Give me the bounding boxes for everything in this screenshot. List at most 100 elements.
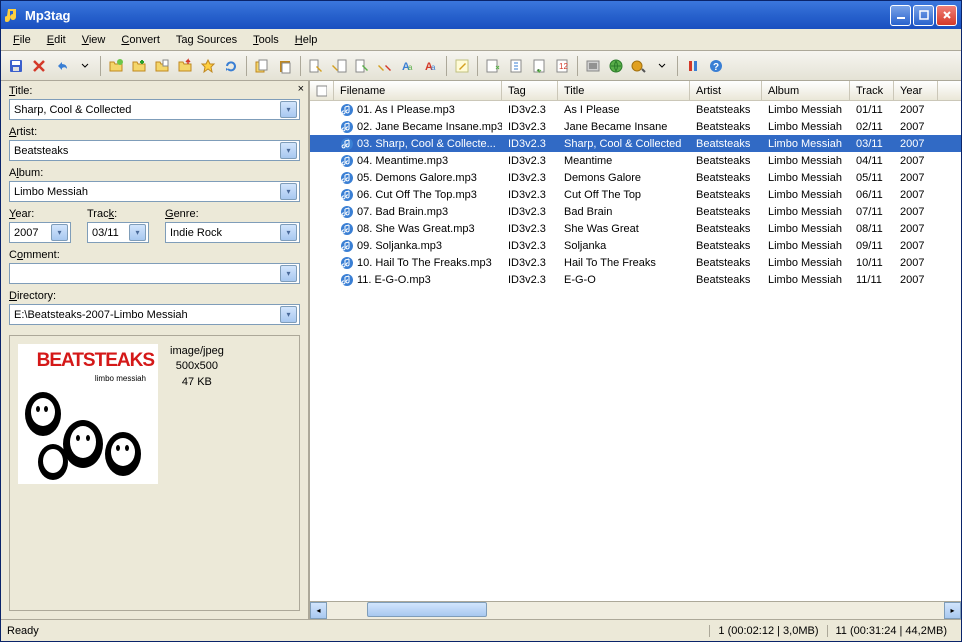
title-label: Title: <box>9 85 300 97</box>
directory-label: Directory: <box>9 290 300 302</box>
table-row[interactable]: 04. Meantime.mp3ID3v2.3MeantimeBeatsteak… <box>310 152 961 169</box>
case-icon[interactable]: Aa <box>420 55 442 77</box>
undo-dropdown-icon[interactable] <box>74 55 96 77</box>
delete-icon[interactable] <box>28 55 50 77</box>
scroll-thumb[interactable] <box>367 602 487 617</box>
help-icon[interactable]: ? <box>705 55 727 77</box>
web-icon[interactable] <box>605 55 627 77</box>
autonumber-icon[interactable] <box>482 55 504 77</box>
web-source-dropdown-icon[interactable] <box>651 55 673 77</box>
chevron-down-icon[interactable]: ▾ <box>129 224 146 241</box>
undo-icon[interactable] <box>51 55 73 77</box>
status-selected: 1 (00:02:12 | 3,0MB) <box>709 625 826 637</box>
toolbar: Aa Aa 12 ? <box>1 51 961 81</box>
title-input[interactable]: Sharp, Cool & Collected▾ <box>9 99 300 120</box>
number-tracks-icon[interactable]: 12 <box>551 55 573 77</box>
table-row[interactable]: 03. Sharp, Cool & Collecte...ID3v2.3Shar… <box>310 135 961 152</box>
refresh-icon[interactable] <box>220 55 242 77</box>
column-tag[interactable]: Tag <box>502 81 558 100</box>
horizontal-scrollbar[interactable]: ◂ ▸ <box>310 601 961 619</box>
list-body[interactable]: 01. As I Please.mp3ID3v2.3As I PleaseBea… <box>310 101 961 601</box>
maximize-button[interactable] <box>913 5 934 26</box>
file-tag-icon[interactable] <box>328 55 350 77</box>
close-button[interactable] <box>936 5 957 26</box>
table-row[interactable]: 01. As I Please.mp3ID3v2.3As I PleaseBea… <box>310 101 961 118</box>
edit-icon[interactable] <box>451 55 473 77</box>
table-row[interactable]: 07. Bad Brain.mp3ID3v2.3Bad BrainBeatste… <box>310 203 961 220</box>
save-icon[interactable] <box>5 55 27 77</box>
directory-input[interactable]: E:\Beatsteaks-2007-Limbo Messiah▾ <box>9 304 300 325</box>
favorite-icon[interactable] <box>197 55 219 77</box>
table-row[interactable]: 10. Hail To The Freaks.mp3ID3v2.3Hail To… <box>310 254 961 271</box>
chevron-down-icon[interactable]: ▾ <box>51 224 68 241</box>
export-icon[interactable] <box>505 55 527 77</box>
folder-add-icon[interactable] <box>128 55 150 77</box>
column-title[interactable]: Title <box>558 81 690 100</box>
web-source-icon[interactable] <box>628 55 650 77</box>
tag-panel: × Title: Sharp, Cool & Collected▾ Artist… <box>1 81 309 619</box>
chevron-down-icon[interactable]: ▾ <box>280 101 297 118</box>
cover-size-text: 47 KB <box>170 375 224 390</box>
folder-open-icon[interactable] <box>105 55 127 77</box>
window-title: Mp3tag <box>25 8 890 23</box>
year-label: Year: <box>9 208 71 220</box>
cover-art-image[interactable]: BEATSTEAKS limbo messiah <box>18 344 158 484</box>
tag-file-icon[interactable] <box>305 55 327 77</box>
menu-view[interactable]: View <box>74 32 114 48</box>
status-total: 11 (00:31:24 | 44,2MB) <box>827 625 956 637</box>
cover-art-panel: BEATSTEAKS limbo messiah <box>9 335 300 611</box>
comment-label: Comment: <box>9 249 300 261</box>
svg-text:12: 12 <box>559 62 568 71</box>
panel-close-icon[interactable]: × <box>298 83 304 95</box>
folder-up-icon[interactable] <box>174 55 196 77</box>
copy-icon[interactable] <box>251 55 273 77</box>
table-row[interactable]: 11. E-G-O.mp3ID3v2.3E-G-OBeatsteaksLimbo… <box>310 271 961 288</box>
export-config-icon[interactable] <box>528 55 550 77</box>
table-row[interactable]: 05. Demons Galore.mp3ID3v2.3Demons Galor… <box>310 169 961 186</box>
menu-convert[interactable]: Convert <box>113 32 168 48</box>
column-year[interactable]: Year <box>894 81 938 100</box>
table-row[interactable]: 02. Jane Became Insane.mp3ID3v2.3Jane Be… <box>310 118 961 135</box>
column-checkbox[interactable] <box>310 81 334 100</box>
genre-input[interactable]: Indie Rock▾ <box>165 222 300 243</box>
year-input[interactable]: 2007▾ <box>9 222 71 243</box>
column-filename[interactable]: Filename <box>334 81 502 100</box>
text-file-icon[interactable]: Aa <box>397 55 419 77</box>
menubar: File Edit View Convert Tag Sources Tools… <box>1 29 961 51</box>
artist-input[interactable]: Beatsteaks▾ <box>9 140 300 161</box>
album-input[interactable]: Limbo Messiah▾ <box>9 181 300 202</box>
album-label: Album: <box>9 167 300 179</box>
column-track[interactable]: Track <box>850 81 894 100</box>
paste-icon[interactable] <box>274 55 296 77</box>
app-icon <box>5 7 21 23</box>
filename-tag-icon[interactable] <box>351 55 373 77</box>
chevron-down-icon[interactable]: ▾ <box>280 265 297 282</box>
column-artist[interactable]: Artist <box>690 81 762 100</box>
cover-artwork-icon <box>18 384 158 484</box>
menu-edit[interactable]: Edit <box>39 32 74 48</box>
table-row[interactable]: 06. Cut Off The Top.mp3ID3v2.3Cut Off Th… <box>310 186 961 203</box>
genre-label: Genre: <box>165 208 300 220</box>
tag-tag-icon[interactable] <box>374 55 396 77</box>
folder-playlist-icon[interactable] <box>151 55 173 77</box>
menu-tagsources[interactable]: Tag Sources <box>168 32 245 48</box>
chevron-down-icon[interactable]: ▾ <box>280 142 297 159</box>
menu-help[interactable]: Help <box>287 32 326 48</box>
scroll-left-icon[interactable]: ◂ <box>310 602 327 619</box>
table-row[interactable]: 09. Soljanka.mp3ID3v2.3SoljankaBeatsteak… <box>310 237 961 254</box>
list-header: Filename Tag Title Artist Album Track Ye… <box>310 81 961 101</box>
menu-tools[interactable]: Tools <box>245 32 287 48</box>
column-album[interactable]: Album <box>762 81 850 100</box>
table-row[interactable]: 08. She Was Great.mp3ID3v2.3She Was Grea… <box>310 220 961 237</box>
options-icon[interactable] <box>682 55 704 77</box>
chevron-down-icon[interactable]: ▾ <box>280 306 297 323</box>
track-input[interactable]: 03/11▾ <box>87 222 149 243</box>
status-ready: Ready <box>7 625 709 637</box>
chevron-down-icon[interactable]: ▾ <box>280 183 297 200</box>
chevron-down-icon[interactable]: ▾ <box>280 224 297 241</box>
comment-input[interactable]: ▾ <box>9 263 300 284</box>
scroll-right-icon[interactable]: ▸ <box>944 602 961 619</box>
playlist-icon[interactable] <box>582 55 604 77</box>
menu-file[interactable]: File <box>5 32 39 48</box>
minimize-button[interactable] <box>890 5 911 26</box>
